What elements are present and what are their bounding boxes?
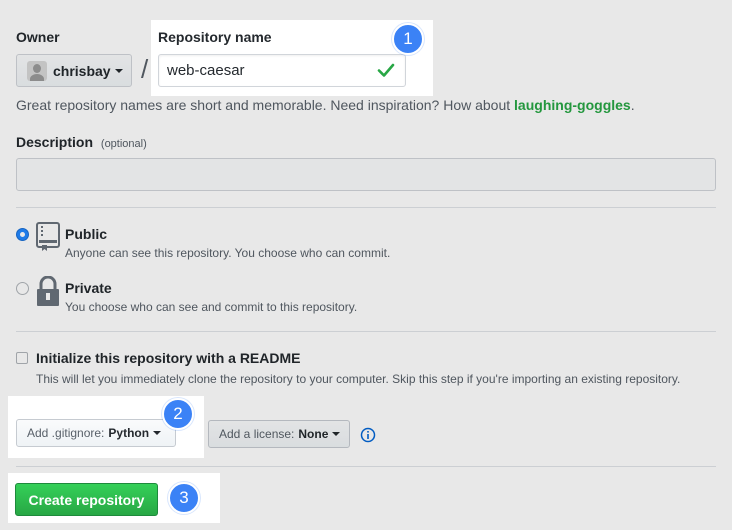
- init-readme-desc: This will let you immediately clone the …: [36, 372, 681, 386]
- public-desc: Anyone can see this repository. You choo…: [65, 246, 391, 260]
- public-radio[interactable]: [16, 228, 29, 241]
- description-label-text: Description: [16, 134, 94, 150]
- description-label: Description (optional): [16, 134, 147, 150]
- add-gitignore-dropdown[interactable]: Add .gitignore: Python: [16, 419, 176, 447]
- gitignore-prefix: Add .gitignore:: [27, 426, 105, 440]
- create-repository-highlight: Create repository 3: [8, 473, 220, 523]
- license-prefix: Add a license:: [219, 427, 295, 441]
- repository-name-highlight: Repository name 1: [151, 20, 433, 96]
- hint-end: .: [630, 97, 635, 113]
- gitignore-value: Python: [108, 426, 150, 440]
- repository-name-label: Repository name: [158, 29, 272, 45]
- hint-text: Great repository names are short and mem…: [16, 97, 511, 113]
- gitignore-highlight: Add .gitignore: Python 2: [8, 396, 204, 458]
- owner-repo-separator: /: [141, 54, 149, 84]
- check-icon: [377, 63, 395, 77]
- caret-down-icon: [153, 431, 162, 435]
- private-radio[interactable]: [16, 282, 29, 295]
- owner-dropdown[interactable]: chrisbay: [16, 54, 132, 87]
- divider: [16, 207, 716, 208]
- init-readme-checkbox[interactable]: [16, 352, 28, 364]
- divider: [16, 466, 716, 467]
- suggested-name-link[interactable]: laughing-goggles: [514, 97, 631, 113]
- lock-icon: [37, 276, 59, 306]
- step-badge-1: 1: [392, 23, 424, 55]
- repo-book-icon: [36, 222, 60, 251]
- description-input[interactable]: [16, 158, 716, 191]
- info-icon[interactable]: [360, 427, 376, 443]
- step-badge-3: 3: [168, 482, 200, 514]
- divider: [16, 331, 716, 332]
- repository-name-input[interactable]: [158, 54, 406, 87]
- init-readme-title: Initialize this repository with a README: [36, 350, 301, 366]
- private-title: Private: [65, 280, 112, 296]
- owner-label: Owner: [16, 29, 60, 45]
- repo-name-hint: Great repository names are short and mem…: [16, 97, 635, 113]
- public-title: Public: [65, 226, 108, 242]
- add-license-dropdown[interactable]: Add a license: None: [208, 420, 350, 448]
- license-value: None: [298, 427, 329, 441]
- private-desc: You choose who can see and commit to thi…: [65, 300, 358, 314]
- caret-down-icon: [114, 68, 123, 73]
- step-badge-2: 2: [162, 398, 194, 430]
- avatar: [27, 60, 47, 81]
- create-repository-button[interactable]: Create repository: [15, 483, 158, 516]
- caret-down-icon: [332, 432, 341, 436]
- optional-note: (optional): [100, 138, 147, 150]
- owner-username: chrisbay: [53, 62, 111, 79]
